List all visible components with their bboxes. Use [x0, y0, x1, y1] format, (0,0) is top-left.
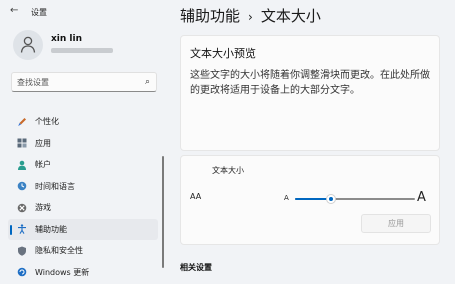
slider-min-label: A — [284, 194, 289, 202]
xbox-icon — [17, 203, 27, 213]
settings-window: ← 设置 xin lin ⌕ 个性化 应用 帐户 — [0, 0, 455, 284]
sidebar-item-label: 辅助功能 — [35, 224, 67, 234]
sidebar-item-label: 个性化 — [35, 117, 59, 127]
page-title: 文本大小 — [260, 7, 321, 25]
text-size-icon: AA — [190, 192, 202, 201]
globe-clock-icon — [17, 181, 27, 191]
sidebar-item-personalization[interactable]: 个性化 — [8, 111, 158, 133]
text-size-slider[interactable] — [295, 194, 415, 204]
sidebar-item-privacy-security[interactable]: 隐私和安全性 — [8, 240, 158, 262]
sidebar-nav: 个性化 应用 帐户 时间和语言 游戏 辅助功能 隐私和安全性 Windows 更… — [8, 111, 158, 283]
slider-max-label: A — [417, 190, 426, 205]
sidebar-item-label: 帐户 — [35, 160, 51, 170]
selection-indicator — [10, 224, 12, 235]
apply-button[interactable]: 应用 — [361, 214, 431, 233]
user-name: xin lin — [51, 34, 83, 44]
preview-text: 这些文字的大小将随着你调整滑块而更改。在此处所做的更改将适用于设备上的大部分文字… — [190, 70, 430, 96]
slider-thumb[interactable] — [326, 194, 336, 204]
sidebar-item-gaming[interactable]: 游戏 — [8, 197, 158, 219]
person-icon — [17, 160, 27, 170]
sidebar-item-apps[interactable]: 应用 — [8, 133, 158, 155]
breadcrumb-separator: › — [248, 10, 253, 24]
sidebar-scrollbar[interactable] — [162, 156, 164, 268]
user-email-redacted — [51, 48, 113, 53]
sidebar-item-label: 隐私和安全性 — [35, 246, 83, 256]
shield-icon — [17, 246, 27, 256]
search-icon[interactable]: ⌕ — [145, 77, 150, 87]
brush-icon — [17, 117, 27, 127]
breadcrumb-parent[interactable]: 辅助功能 — [180, 7, 240, 25]
sidebar-item-label: Windows 更新 — [35, 267, 90, 277]
sidebar-item-windows-update[interactable]: Windows 更新 — [8, 262, 158, 284]
text-size-card: 文本大小 AA A A 应用 — [180, 155, 440, 245]
accessibility-icon — [17, 224, 27, 235]
preview-title: 文本大小预览 — [190, 47, 256, 60]
sidebar-item-accessibility[interactable]: 辅助功能 — [8, 218, 158, 240]
update-icon — [17, 267, 27, 277]
sidebar-item-label: 游戏 — [35, 203, 51, 213]
avatar[interactable] — [13, 30, 43, 60]
apps-icon — [17, 138, 27, 148]
sidebar-item-label: 时间和语言 — [35, 181, 75, 191]
back-arrow-icon[interactable]: ← — [10, 5, 18, 16]
search-box[interactable]: ⌕ — [11, 72, 157, 92]
related-settings-heading: 相关设置 — [180, 263, 212, 272]
app-title: 设置 — [31, 8, 47, 17]
sidebar-item-time-language[interactable]: 时间和语言 — [8, 176, 158, 198]
search-input[interactable] — [17, 76, 139, 89]
text-size-label: 文本大小 — [212, 166, 244, 175]
user-silhouette-icon — [20, 36, 36, 53]
breadcrumb: 辅助功能 › 文本大小 — [180, 5, 321, 26]
sidebar-item-label: 应用 — [35, 138, 51, 148]
text-size-preview-card: 文本大小预览 这些文字的大小将随着你调整滑块而更改。在此处所做的更改将适用于设备… — [180, 35, 440, 151]
sidebar-item-accounts[interactable]: 帐户 — [8, 154, 158, 176]
